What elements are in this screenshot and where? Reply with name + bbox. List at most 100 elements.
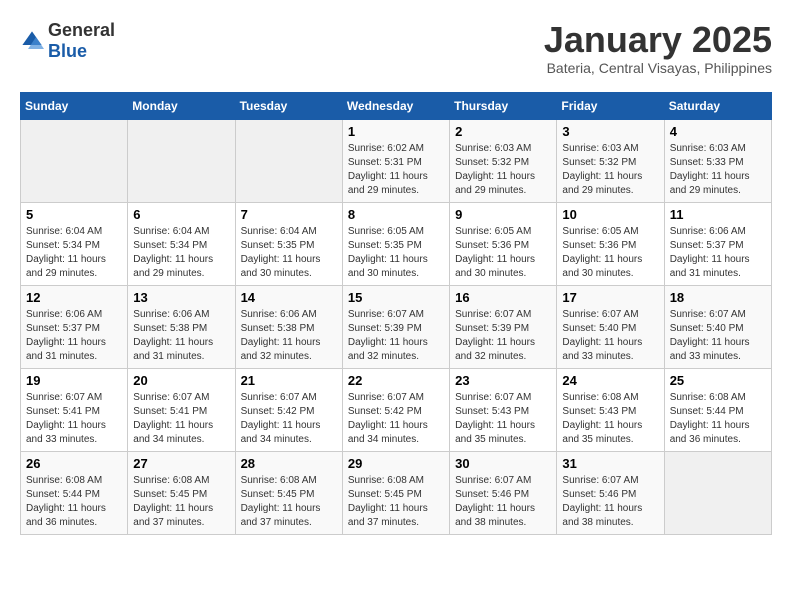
day-info: Sunrise: 6:03 AMSunset: 5:32 PMDaylight:… (455, 142, 551, 198)
day-number: 10 (562, 207, 658, 222)
calendar-cell: 16Sunrise: 6:07 AMSunset: 5:39 PMDayligh… (450, 285, 557, 368)
day-number: 7 (241, 207, 337, 222)
day-number: 30 (455, 456, 551, 471)
day-number: 15 (348, 290, 444, 305)
day-info: Sunrise: 6:08 AMSunset: 5:45 PMDaylight:… (241, 474, 337, 530)
title-block: January 2025 Bateria, Central Visayas, P… (544, 20, 772, 76)
day-info: Sunrise: 6:08 AMSunset: 5:44 PMDaylight:… (26, 474, 122, 530)
day-number: 17 (562, 290, 658, 305)
day-header-wednesday: Wednesday (342, 92, 449, 119)
day-number: 29 (348, 456, 444, 471)
calendar-cell (235, 119, 342, 202)
day-number: 18 (670, 290, 766, 305)
calendar-cell: 5 Sunrise: 6:04 AMSunset: 5:34 PMDaylight… (21, 202, 128, 285)
day-number: 31 (562, 456, 658, 471)
day-number: 5 (26, 207, 122, 222)
day-info: Sunrise: 6:08 AMSunset: 5:44 PMDaylight:… (670, 391, 766, 447)
calendar-cell: 20 Sunrise: 6:07 AMSunset: 5:41 PMDayligh… (128, 368, 235, 451)
calendar-cell: 18 Sunrise: 6:07 AMSunset: 5:40 PMDayligh… (664, 285, 771, 368)
day-info: Sunrise: 6:03 AMSunset: 5:33 PMDaylight:… (670, 142, 766, 198)
calendar-cell: 15 Sunrise: 6:07 AMSunset: 5:39 PMDayligh… (342, 285, 449, 368)
calendar-header-row: SundayMondayTuesdayWednesdayThursdayFrid… (21, 92, 772, 119)
day-header-thursday: Thursday (450, 92, 557, 119)
calendar-cell: 17 Sunrise: 6:07 AMSunset: 5:40 PMDayligh… (557, 285, 664, 368)
day-number: 19 (26, 373, 122, 388)
day-info: Sunrise: 6:02 AMSunset: 5:31 PMDaylight:… (348, 142, 444, 198)
calendar-cell: 13Sunrise: 6:06 AMSunset: 5:38 PMDayligh… (128, 285, 235, 368)
calendar-cell: 14 Sunrise: 6:06 AMSunset: 5:38 PMDayligh… (235, 285, 342, 368)
calendar-cell: 23 Sunrise: 6:07 AMSunset: 5:43 PMDayligh… (450, 368, 557, 451)
day-number: 25 (670, 373, 766, 388)
calendar-cell: 9 Sunrise: 6:05 AMSunset: 5:36 PMDaylight… (450, 202, 557, 285)
calendar-cell: 3 Sunrise: 6:03 AMSunset: 5:32 PMDaylight… (557, 119, 664, 202)
calendar-cell: 28Sunrise: 6:08 AMSunset: 5:45 PMDayligh… (235, 451, 342, 534)
day-number: 23 (455, 373, 551, 388)
calendar-week-1: 1 Sunrise: 6:02 AMSunset: 5:31 PMDaylight… (21, 119, 772, 202)
day-info: Sunrise: 6:07 AMSunset: 5:46 PMDaylight:… (562, 474, 658, 530)
day-header-friday: Friday (557, 92, 664, 119)
day-info: Sunrise: 6:04 AMSunset: 5:34 PMDaylight:… (26, 225, 122, 281)
day-info: Sunrise: 6:06 AMSunset: 5:38 PMDaylight:… (241, 308, 337, 364)
day-info: Sunrise: 6:06 AMSunset: 5:37 PMDaylight:… (26, 308, 122, 364)
day-number: 24 (562, 373, 658, 388)
logo-icon (20, 29, 44, 53)
logo-text: General Blue (48, 20, 115, 62)
calendar-cell: 26 Sunrise: 6:08 AMSunset: 5:44 PMDayligh… (21, 451, 128, 534)
day-number: 3 (562, 124, 658, 139)
day-info: Sunrise: 6:06 AMSunset: 5:37 PMDaylight:… (670, 225, 766, 281)
day-number: 14 (241, 290, 337, 305)
calendar-cell: 11 Sunrise: 6:06 AMSunset: 5:37 PMDayligh… (664, 202, 771, 285)
page-header: General Blue January 2025 Bateria, Centr… (20, 20, 772, 76)
day-number: 26 (26, 456, 122, 471)
day-number: 21 (241, 373, 337, 388)
day-number: 4 (670, 124, 766, 139)
day-info: Sunrise: 6:07 AMSunset: 5:43 PMDaylight:… (455, 391, 551, 447)
day-info: Sunrise: 6:03 AMSunset: 5:32 PMDaylight:… (562, 142, 658, 198)
day-info: Sunrise: 6:07 AMSunset: 5:41 PMDaylight:… (26, 391, 122, 447)
calendar-cell: 1 Sunrise: 6:02 AMSunset: 5:31 PMDaylight… (342, 119, 449, 202)
day-header-sunday: Sunday (21, 92, 128, 119)
day-info: Sunrise: 6:07 AMSunset: 5:46 PMDaylight:… (455, 474, 551, 530)
day-info: Sunrise: 6:07 AMSunset: 5:40 PMDaylight:… (562, 308, 658, 364)
day-number: 11 (670, 207, 766, 222)
day-header-saturday: Saturday (664, 92, 771, 119)
calendar-week-4: 19 Sunrise: 6:07 AMSunset: 5:41 PMDayligh… (21, 368, 772, 451)
calendar-cell (664, 451, 771, 534)
day-info: Sunrise: 6:08 AMSunset: 5:45 PMDaylight:… (348, 474, 444, 530)
calendar-cell: 4 Sunrise: 6:03 AMSunset: 5:33 PMDaylight… (664, 119, 771, 202)
day-info: Sunrise: 6:07 AMSunset: 5:42 PMDaylight:… (348, 391, 444, 447)
day-number: 1 (348, 124, 444, 139)
calendar-cell: 21 Sunrise: 6:07 AMSunset: 5:42 PMDayligh… (235, 368, 342, 451)
logo: General Blue (20, 20, 115, 62)
day-number: 16 (455, 290, 551, 305)
calendar-cell: 19 Sunrise: 6:07 AMSunset: 5:41 PMDayligh… (21, 368, 128, 451)
calendar-cell (128, 119, 235, 202)
day-info: Sunrise: 6:08 AMSunset: 5:43 PMDaylight:… (562, 391, 658, 447)
day-info: Sunrise: 6:05 AMSunset: 5:36 PMDaylight:… (455, 225, 551, 281)
day-info: Sunrise: 6:05 AMSunset: 5:35 PMDaylight:… (348, 225, 444, 281)
calendar-cell: 31 Sunrise: 6:07 AMSunset: 5:46 PMDayligh… (557, 451, 664, 534)
day-info: Sunrise: 6:06 AMSunset: 5:38 PMDaylight:… (133, 308, 229, 364)
calendar-cell (21, 119, 128, 202)
day-info: Sunrise: 6:07 AMSunset: 5:39 PMDaylight:… (348, 308, 444, 364)
calendar-table: SundayMondayTuesdayWednesdayThursdayFrid… (20, 92, 772, 535)
calendar-cell: 30 Sunrise: 6:07 AMSunset: 5:46 PMDayligh… (450, 451, 557, 534)
calendar-week-3: 12 Sunrise: 6:06 AMSunset: 5:37 PMDayligh… (21, 285, 772, 368)
day-info: Sunrise: 6:07 AMSunset: 5:42 PMDaylight:… (241, 391, 337, 447)
calendar-cell: 6 Sunrise: 6:04 AMSunset: 5:34 PMDaylight… (128, 202, 235, 285)
day-number: 12 (26, 290, 122, 305)
day-number: 27 (133, 456, 229, 471)
day-info: Sunrise: 6:04 AMSunset: 5:34 PMDaylight:… (133, 225, 229, 281)
calendar-week-5: 26 Sunrise: 6:08 AMSunset: 5:44 PMDayligh… (21, 451, 772, 534)
day-info: Sunrise: 6:07 AMSunset: 5:40 PMDaylight:… (670, 308, 766, 364)
calendar-cell: 7Sunrise: 6:04 AMSunset: 5:35 PMDaylight… (235, 202, 342, 285)
calendar-week-2: 5 Sunrise: 6:04 AMSunset: 5:34 PMDaylight… (21, 202, 772, 285)
day-info: Sunrise: 6:07 AMSunset: 5:41 PMDaylight:… (133, 391, 229, 447)
day-number: 6 (133, 207, 229, 222)
day-number: 20 (133, 373, 229, 388)
location-subtitle: Bateria, Central Visayas, Philippines (544, 60, 772, 76)
day-number: 9 (455, 207, 551, 222)
day-number: 8 (348, 207, 444, 222)
day-header-tuesday: Tuesday (235, 92, 342, 119)
day-number: 2 (455, 124, 551, 139)
